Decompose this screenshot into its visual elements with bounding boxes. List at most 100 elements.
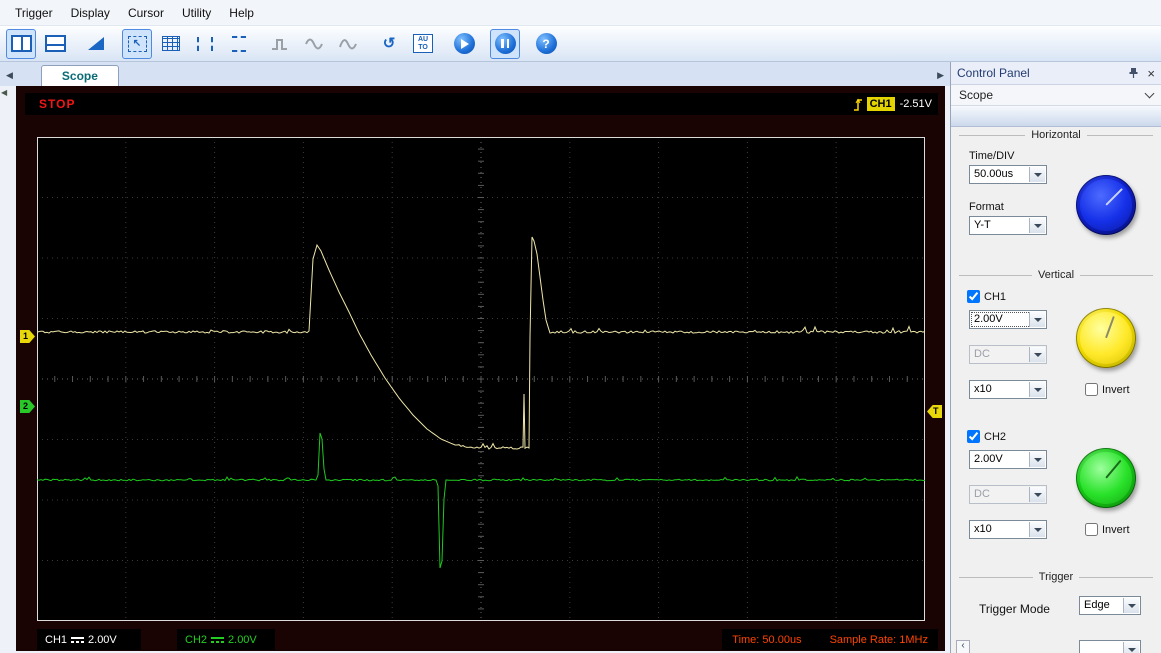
cursor-arrow-icon: ↖ xyxy=(127,35,147,52)
ch1-coupling-value: DC xyxy=(974,348,990,360)
ch1-position-marker[interactable]: 1 xyxy=(20,330,35,343)
sine-wave2-icon xyxy=(339,38,357,49)
vertical-cursors-icon xyxy=(197,36,213,51)
pause-button[interactable] xyxy=(490,28,520,59)
document-area: ◀ Scope ▶ ◀ STOP CH1 -2.51V 1 2 T CH1 2.… xyxy=(0,62,950,653)
format-select[interactable]: Y-T xyxy=(969,216,1047,235)
trigger-source-select[interactable] xyxy=(1079,640,1141,653)
autoset-text-bottom: TO xyxy=(418,43,428,51)
sample-rate: Sample Rate: 1MHz xyxy=(829,633,928,646)
vertical-group-label: Vertical xyxy=(959,268,1153,282)
trigger-channel-badge: CH1 xyxy=(866,97,895,111)
grid-button[interactable] xyxy=(156,29,186,59)
menu-display[interactable]: Display xyxy=(62,3,119,23)
ch2-position-marker[interactable]: 2 xyxy=(20,400,35,413)
panel-divider xyxy=(951,106,1161,127)
stacked-window-icon xyxy=(44,35,66,52)
ramp-waveform-button[interactable] xyxy=(81,29,111,59)
run-button[interactable] xyxy=(449,29,479,59)
question-mark-icon: ? xyxy=(542,36,550,51)
ch1-volts-value: 2.00V xyxy=(974,313,1003,325)
ch2-probe-select[interactable]: x10 xyxy=(969,520,1047,539)
play-triangle-icon xyxy=(461,38,469,49)
combo-arrow-icon xyxy=(1029,218,1045,233)
trigger-mode-select[interactable]: Edge xyxy=(1079,596,1141,615)
knob-pointer xyxy=(1105,316,1115,339)
waveform-plot xyxy=(36,136,926,622)
tab-scroll-left-icon[interactable]: ◀ xyxy=(0,70,17,86)
ch1-enable-row: CH1 xyxy=(967,290,1006,303)
sine-wave2-button xyxy=(333,29,363,59)
pause-bars-icon xyxy=(501,39,509,48)
dual-window-button[interactable] xyxy=(40,29,70,59)
close-icon[interactable]: × xyxy=(1147,67,1155,80)
track-cursor-button[interactable]: ↖ xyxy=(122,28,152,59)
waveform-display[interactable] xyxy=(36,136,926,622)
ch1-probe-select[interactable]: x10 xyxy=(969,380,1047,399)
autoset-button[interactable]: AU TO xyxy=(408,29,438,59)
horizontal-group-label: Horizontal xyxy=(959,128,1153,142)
help-icon: ? xyxy=(535,33,557,54)
ch2-invert-checkbox[interactable] xyxy=(1085,523,1098,536)
menu-bar: Trigger Display Cursor Utility Help xyxy=(0,0,1161,26)
ch2-invert-row: Invert xyxy=(1085,523,1130,536)
horizontal-cursors-icon xyxy=(232,35,246,52)
ch1-coupling-select: DC xyxy=(969,345,1047,364)
ch2-checkbox[interactable] xyxy=(967,430,980,443)
autoset-icon: AU TO xyxy=(413,34,433,53)
split-window-icon xyxy=(10,35,32,52)
menu-utility[interactable]: Utility xyxy=(173,3,220,23)
combo-arrow-icon xyxy=(1029,382,1045,397)
refresh-button[interactable]: ↺ xyxy=(374,29,404,59)
pause-icon xyxy=(494,33,516,54)
trigger-group-label: Trigger xyxy=(959,570,1153,584)
combo-arrow-icon xyxy=(1123,598,1139,613)
horizontal-knob[interactable] xyxy=(1076,175,1136,235)
ch2-label: CH2 xyxy=(984,430,1007,443)
timediv-select[interactable]: 50.00us xyxy=(969,165,1047,184)
ch2-volts-value: 2.00V xyxy=(974,453,1003,465)
horizontal-cursors-button[interactable] xyxy=(224,29,254,59)
format-value: Y-T xyxy=(974,219,991,231)
combo-arrow-icon xyxy=(1029,487,1045,502)
combo-arrow-icon xyxy=(1029,452,1045,467)
ch1-position-knob[interactable] xyxy=(1076,308,1136,368)
timebase-readout: Time: 50.00us Sample Rate: 1MHz xyxy=(722,629,938,650)
panel-selector-value: Scope xyxy=(959,88,994,102)
time-per-div: Time: 50.00us xyxy=(732,633,802,646)
tab-scope[interactable]: Scope xyxy=(40,65,119,86)
ch1-volts-select[interactable]: 2.00V xyxy=(969,310,1047,329)
scope-status-bar: STOP CH1 -2.51V xyxy=(25,93,938,115)
help-button[interactable]: ? xyxy=(531,29,561,59)
knob-pointer xyxy=(1105,459,1122,479)
ch1-footer-label: CH1 xyxy=(45,633,68,646)
ch2-coupling-select: DC xyxy=(969,485,1047,504)
tab-scroll-right-icon[interactable]: ▶ xyxy=(937,70,944,81)
vertical-group-text: Vertical xyxy=(1037,269,1075,281)
pin-icon[interactable] xyxy=(1128,67,1139,79)
horizontal-group-text: Horizontal xyxy=(1031,129,1081,141)
menu-trigger[interactable]: Trigger xyxy=(6,3,62,23)
ch2-volts-select[interactable]: 2.00V xyxy=(969,450,1047,469)
single-window-button[interactable] xyxy=(6,28,36,59)
ch1-footer-scale: 2.00V xyxy=(88,633,117,646)
run-icon xyxy=(453,33,475,54)
control-panel-title: Control Panel xyxy=(957,66,1030,80)
menu-help[interactable]: Help xyxy=(220,3,263,23)
panel-selector-dropdown[interactable]: Scope xyxy=(951,85,1161,106)
tab-bar: ◀ Scope ▶ xyxy=(0,62,950,87)
vertical-cursors-button[interactable] xyxy=(190,29,220,59)
ch2-coupling-value: DC xyxy=(974,488,990,500)
trigger-position-marker[interactable]: T xyxy=(927,405,942,418)
ch1-invert-row: Invert xyxy=(1085,383,1130,396)
panel-scroll-left-button[interactable]: ‹ xyxy=(956,640,970,653)
ch1-checkbox[interactable] xyxy=(967,290,980,303)
menu-cursor[interactable]: Cursor xyxy=(119,3,173,23)
ch1-invert-checkbox[interactable] xyxy=(1085,383,1098,396)
ch2-position-knob[interactable] xyxy=(1076,448,1136,508)
combo-arrow-icon xyxy=(1123,642,1139,653)
ch1-scale-readout: CH1 2.00V xyxy=(37,629,141,650)
trigger-level-value: -2.51V xyxy=(899,98,932,110)
strip-scroll-left-icon[interactable]: ◀ xyxy=(1,88,7,97)
format-label: Format xyxy=(969,201,1004,213)
